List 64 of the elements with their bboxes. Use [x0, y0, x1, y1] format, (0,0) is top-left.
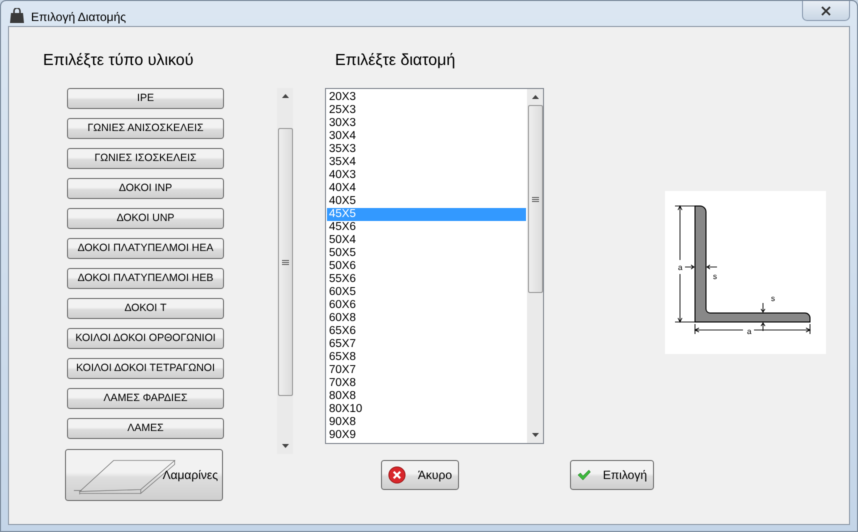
scroll-thumb[interactable]: [278, 128, 292, 396]
material-button[interactable]: ΔΟΚΟΙ INP: [67, 178, 224, 199]
material-button[interactable]: ΚΟΙΛΟΙ ΔΟΚΟΙ ΤΕΤΡΑΓΩΝΟΙ: [67, 358, 224, 379]
close-button[interactable]: [802, 1, 850, 21]
section-item[interactable]: 60X5: [327, 286, 526, 299]
section-item[interactable]: 30X3: [327, 117, 526, 130]
section-item[interactable]: 70X8: [327, 377, 526, 390]
section-item[interactable]: 65X6: [327, 325, 526, 338]
scroll-thumb[interactable]: [528, 105, 542, 293]
sheets-label: Λαμαρίνες: [162, 467, 218, 484]
scrollbar[interactable]: [277, 88, 293, 454]
section-item[interactable]: 80X10: [327, 403, 526, 416]
material-button[interactable]: ΔΟΚΟΙ ΠΛΑΤΥΠΕΛΜΟΙ HEA: [67, 238, 224, 259]
dimension-label: a: [678, 263, 682, 272]
section-item[interactable]: 90X9: [327, 429, 526, 442]
scroll-down-icon: [532, 433, 538, 437]
section-item[interactable]: 65X7: [327, 338, 526, 351]
section-item[interactable]: 65X8: [327, 351, 526, 364]
section-item[interactable]: 20X3: [327, 91, 526, 104]
material-button[interactable]: ΓΩΝΙΕΣ ΑΝΙΣΟΣΚΕΛΕΙΣ: [67, 118, 224, 139]
section-item[interactable]: 35X4: [327, 156, 526, 169]
dimension-label: s: [713, 272, 717, 281]
grip-icon: [532, 196, 538, 202]
section-item[interactable]: 55X6: [327, 273, 526, 286]
section-item[interactable]: 60X8: [327, 312, 526, 325]
section-item[interactable]: 50X4: [327, 234, 526, 247]
section-item[interactable]: 30X4: [327, 130, 526, 143]
material-button[interactable]: IPE: [67, 88, 224, 109]
section-item[interactable]: 35X3: [327, 143, 526, 156]
scrollbar[interactable]: [527, 89, 543, 443]
material-button[interactable]: ΛΑΜΕΣ ΦΑΡΔΙΕΣ: [67, 388, 224, 409]
section-item[interactable]: 80X8: [327, 390, 526, 403]
section-item[interactable]: 40X5: [327, 195, 526, 208]
material-button[interactable]: ΔΟΚΟΙ ΠΛΑΤΥΠΕΛΜΟΙ HEB: [67, 268, 224, 289]
section-item[interactable]: 45X6: [327, 221, 526, 234]
material-button[interactable]: ΓΩΝΙΕΣ ΙΣΟΣΚΕΛΕΙΣ: [67, 148, 224, 169]
close-icon: [821, 6, 831, 16]
section-item[interactable]: 25X3: [327, 104, 526, 117]
select-button[interactable]: Επιλογή: [570, 460, 654, 490]
window-title: Επιλογή Διατομής: [31, 9, 126, 26]
material-button[interactable]: ΛΑΜΕΣ: [67, 418, 224, 439]
scroll-up-icon: [282, 94, 288, 98]
scroll-up-icon: [532, 95, 538, 99]
section-item[interactable]: 50X5: [327, 247, 526, 260]
material-button[interactable]: ΔΟΚΟΙ UNP: [67, 208, 224, 229]
scroll-down-icon: [282, 444, 288, 448]
sheets-button[interactable]: Λαμαρίνες: [65, 449, 223, 501]
bag-icon: [9, 8, 25, 24]
section-item[interactable]: 70X7: [327, 364, 526, 377]
section-item[interactable]: 50X6: [327, 260, 526, 273]
grip-icon: [282, 260, 288, 264]
dimension-label: a: [747, 327, 752, 336]
cancel-button[interactable]: Άκυρο: [381, 460, 459, 490]
material-heading: Επιλέξτε τύπο υλικού: [43, 51, 194, 71]
section-heading: Επιλέξτε διατομή: [334, 51, 456, 71]
cancel-icon: [388, 464, 406, 486]
section-item[interactable]: 60X6: [327, 299, 526, 312]
section-list[interactable]: 20X3 25X3 30X3 30X4 35X3 35X4 40X3 40X4 40X5 45X5 45X6 50X4 50X5 50X6 55X6 60X5 60X6 60X8 65X6 65X7 65X8 70X7 70X8 80X8 80X10 90X8 90X9: [325, 88, 544, 444]
section-item[interactable]: 90X8: [327, 416, 526, 429]
dimension-label: s: [771, 294, 775, 303]
section-item[interactable]: 40X4: [327, 182, 526, 195]
material-button[interactable]: ΔΟΚΟΙ T: [67, 298, 224, 319]
section-item[interactable]: 40X3: [327, 169, 526, 182]
material-button[interactable]: ΚΟΙΛΟΙ ΔΟΚΟΙ ΟΡΘΟΓΩΝΙΟΙ: [67, 328, 224, 349]
